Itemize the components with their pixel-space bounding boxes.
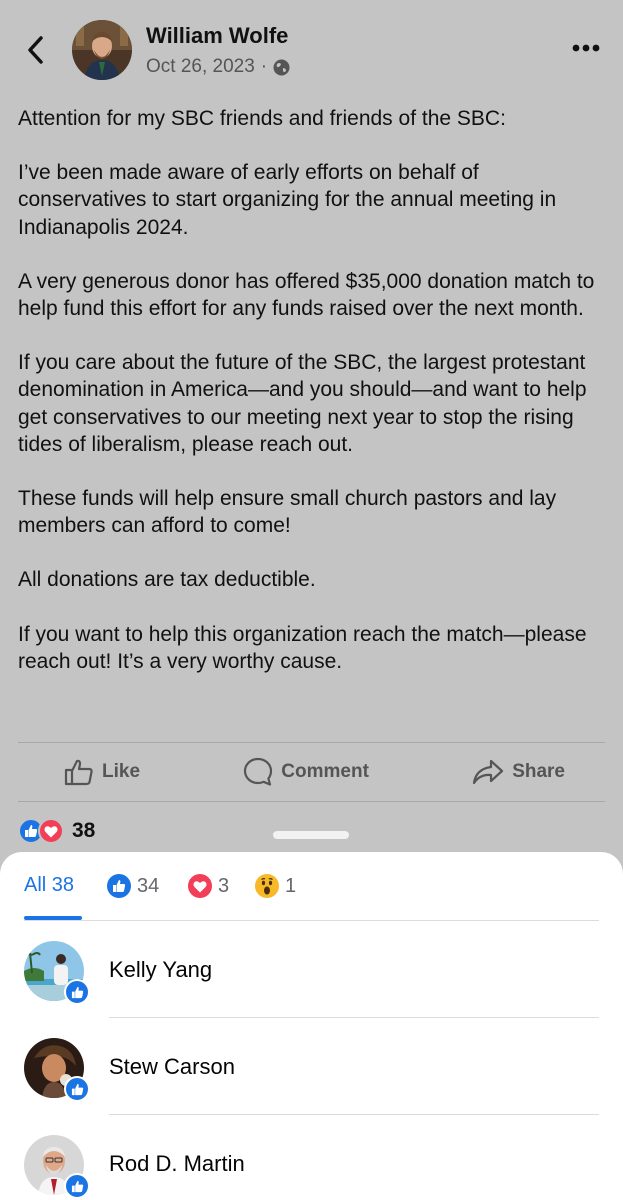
post-paragraph: Attention for my SBC friends and friends… [18,107,506,130]
more-dots-icon [572,44,600,52]
post-paragraph: I’ve been made aware of early efforts on… [18,161,557,239]
thumbs-up-outline-icon [64,759,93,786]
globe-icon [273,59,290,75]
action-bar: Like Comment Share [18,742,605,802]
sheet-drag-handle[interactable] [273,831,349,839]
like-icon [64,979,90,1005]
love-icon [188,874,212,898]
reactor-row[interactable]: Rod D. Martin [0,1115,623,1200]
comment-bubble-icon [244,757,273,786]
post-header: William Wolfe Oct 26, 2023 · [0,0,623,100]
post: William Wolfe Oct 26, 2023 · Attention f… [0,0,623,860]
reactor-name: Kelly Yang [109,957,213,982]
tab-love[interactable]: 3 [188,874,229,898]
post-paragraph: These funds will help ensure small churc… [18,487,557,538]
reactor-name: Stew Carson [109,1054,235,1079]
post-date[interactable]: Oct 26, 2023 [146,56,255,78]
like-icon [64,1173,90,1199]
tab-like[interactable]: 34 [107,874,159,898]
comment-label: Comment [281,761,369,782]
like-icon [64,1076,90,1102]
like-label: Like [102,761,141,782]
tab-label: 1 [285,874,297,897]
share-button[interactable]: Share [472,759,565,785]
post-paragraph: If you care about the future of the SBC,… [18,351,587,456]
tab-wow[interactable]: 1 [255,874,296,898]
author-name[interactable]: William Wolfe [146,23,288,49]
tab-label: All 38 [24,874,75,896]
active-tab-indicator [24,916,82,920]
chevron-left-icon [28,36,43,64]
reaction-summary[interactable]: 38 [18,818,95,844]
like-button[interactable]: Like [64,758,140,786]
back-button[interactable] [20,32,50,68]
post-paragraph: A very generous donor has offered $35,00… [18,269,595,321]
share-label: Share [512,761,565,782]
tab-all[interactable]: All 38 [24,874,74,897]
reactor-row[interactable]: Kelly Yang [0,921,623,1018]
post-body: Attention for my SBC friends and friends… [18,105,608,675]
reactor-row[interactable]: Stew Carson [0,1018,623,1115]
meta-separator: · [260,56,268,77]
reaction-tabs: All 38 34 3 1 [24,852,599,921]
more-options-button[interactable] [569,36,603,60]
share-arrow-icon [473,759,504,785]
post-paragraph: All donations are tax deductible. [18,568,316,592]
tab-label: 3 [218,874,230,897]
post-meta: Oct 26, 2023 · [146,56,290,78]
reaction-count: 38 [72,819,96,842]
like-icon [107,874,131,898]
love-icon [38,818,64,844]
author-avatar[interactable] [72,20,132,80]
comment-button[interactable]: Comment [243,757,369,787]
post-paragraph: If you want to help this organization re… [18,622,587,673]
reactions-sheet: All 38 34 3 1 Kelly Yang Stew Carson Rod… [0,852,623,1200]
tab-label: 34 [137,874,160,897]
reactor-name: Rod D. Martin [109,1151,245,1176]
wow-icon [255,874,279,898]
